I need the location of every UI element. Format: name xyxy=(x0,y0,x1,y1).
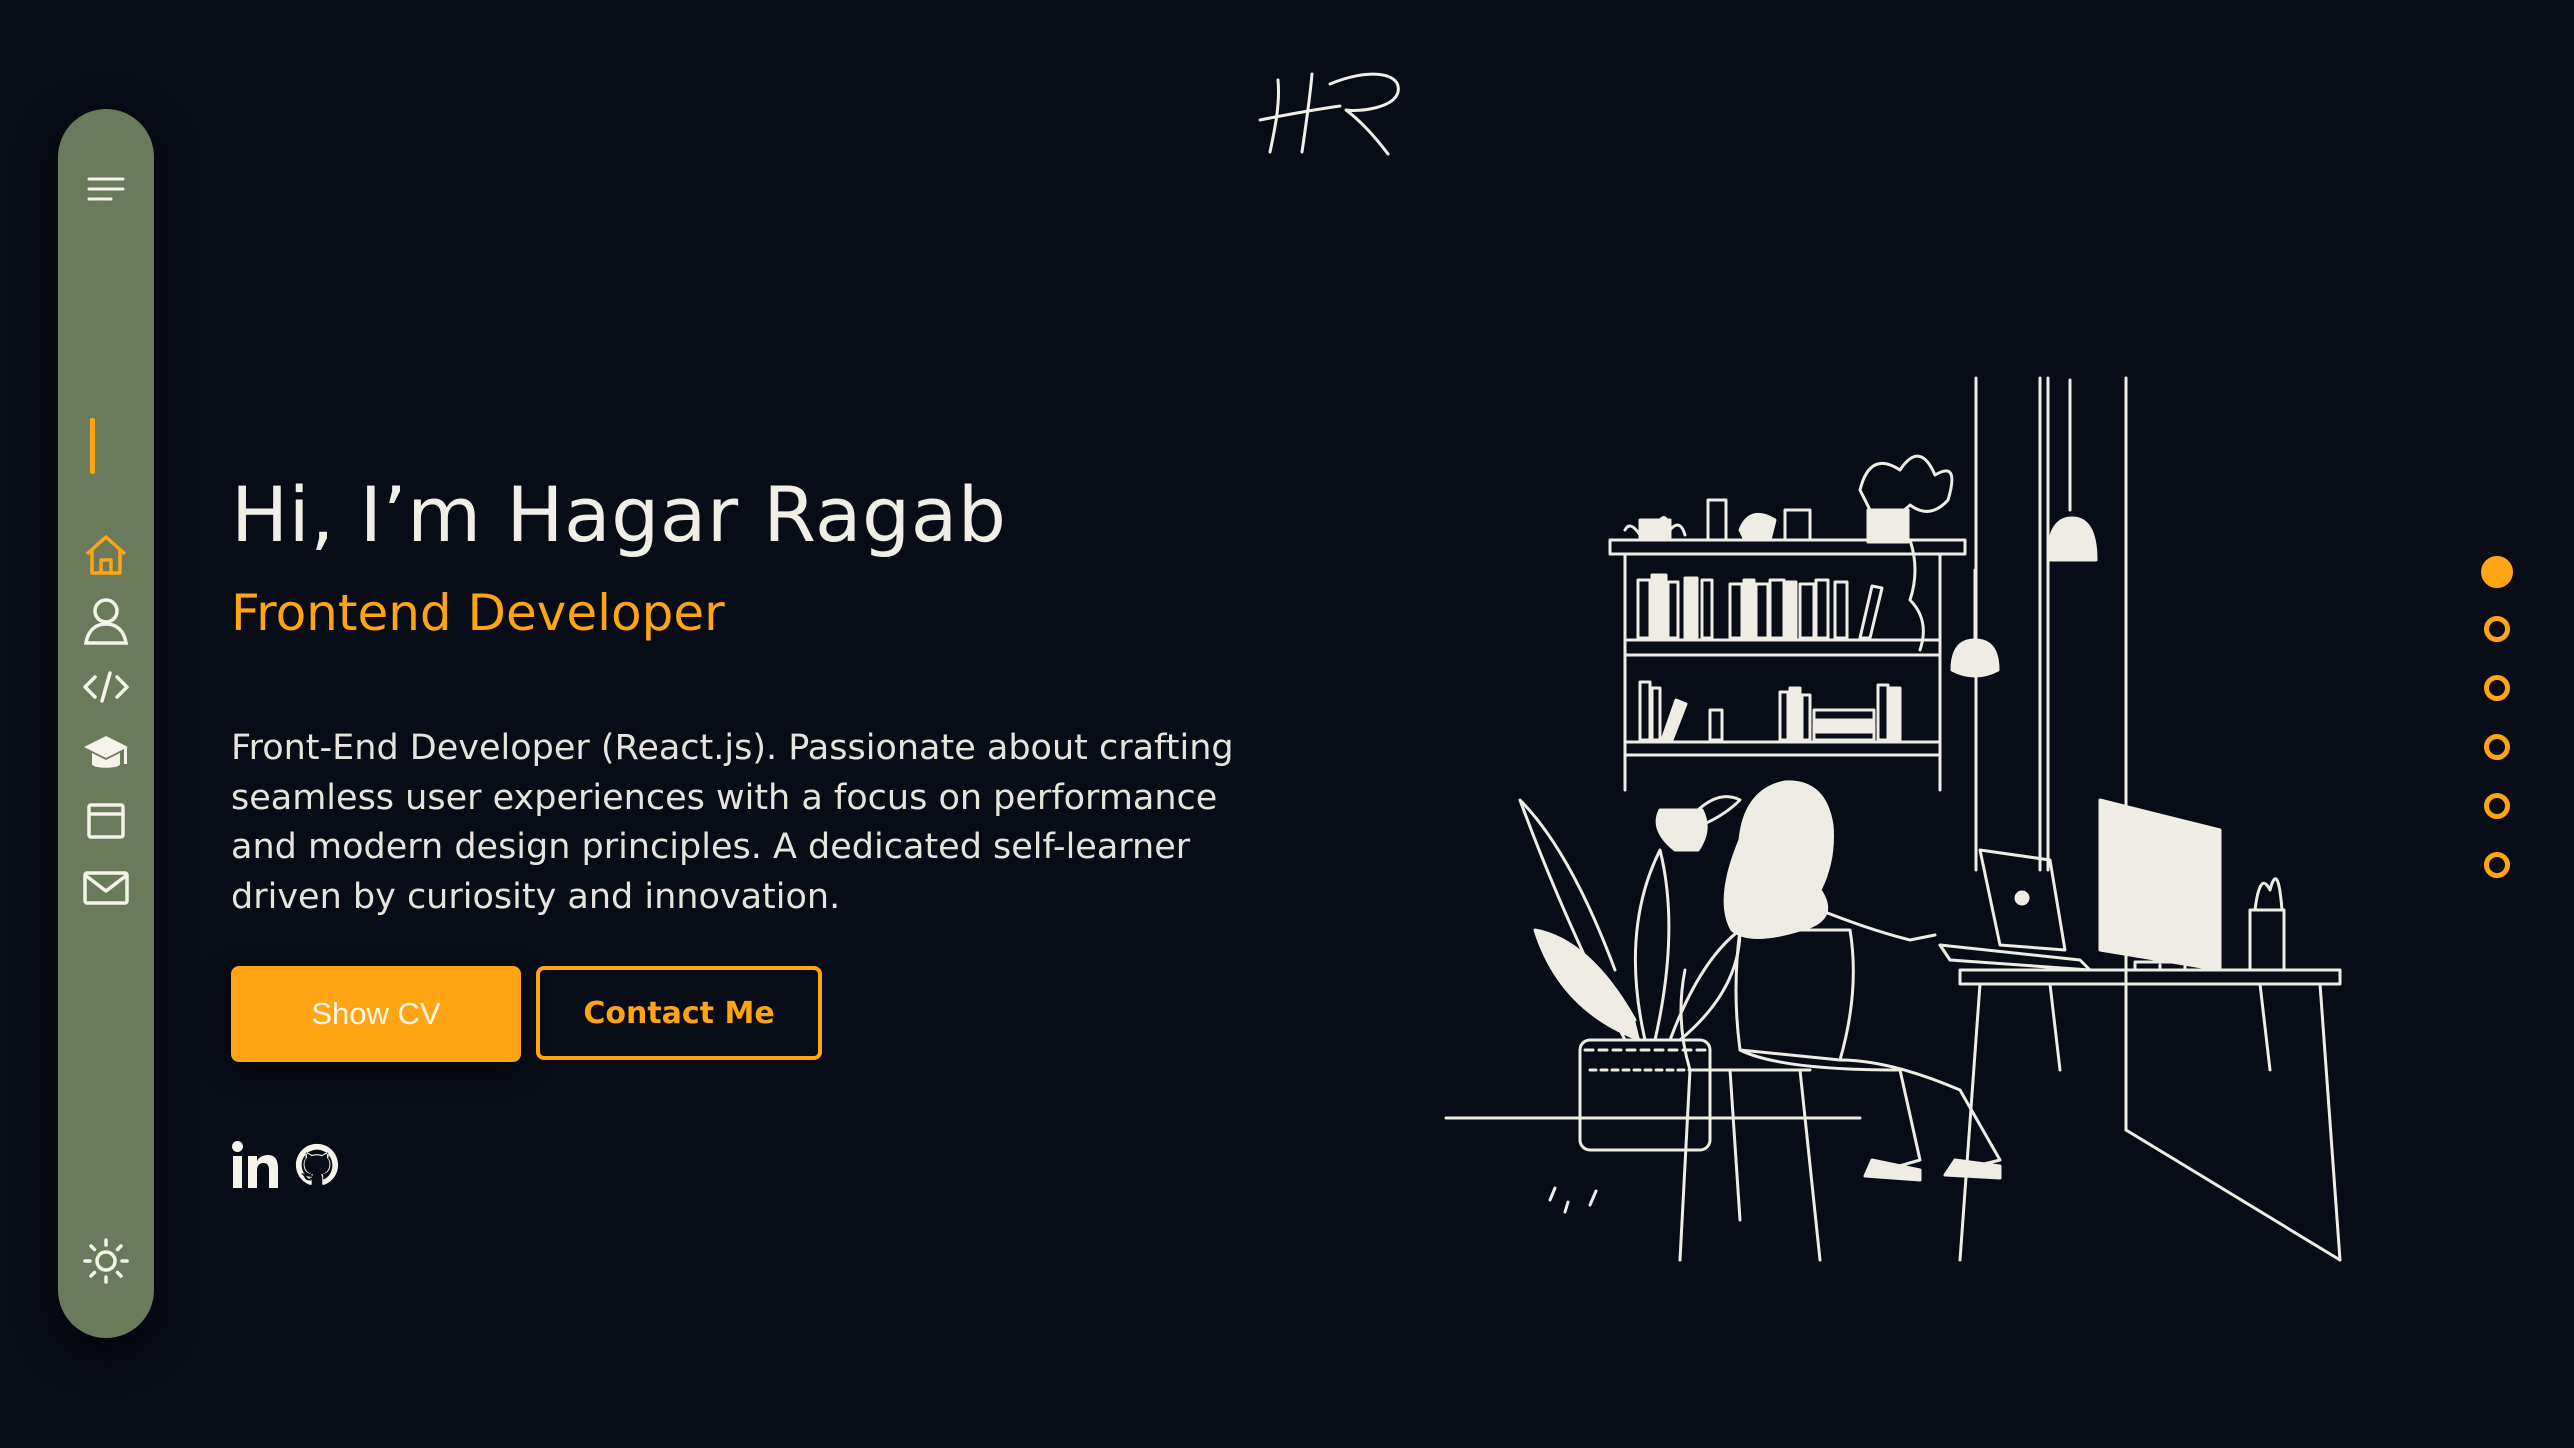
mail-icon[interactable] xyxy=(76,860,136,916)
hero-subtitle: Frontend Developer xyxy=(231,584,725,642)
show-cv-button[interactable]: Show CV xyxy=(231,966,521,1062)
menu-icon[interactable] xyxy=(76,161,136,217)
graduation-cap-icon[interactable] xyxy=(76,726,136,782)
linkedin-icon[interactable] xyxy=(231,1140,279,1190)
active-nav-indicator xyxy=(90,418,95,474)
page-dot-5[interactable] xyxy=(2484,793,2510,819)
page-dot-4[interactable] xyxy=(2484,734,2510,760)
user-icon[interactable] xyxy=(76,593,136,649)
page-dot-3[interactable] xyxy=(2484,675,2510,701)
developer-illustration xyxy=(1444,376,2342,1262)
hero-description: Front-End Developer (React.js). Passiona… xyxy=(231,728,1234,917)
sun-icon[interactable] xyxy=(76,1233,136,1289)
sidebar-panel xyxy=(58,109,154,1338)
page-dot-1[interactable] xyxy=(2481,556,2513,588)
browser-window-icon[interactable] xyxy=(76,793,136,849)
home-icon[interactable] xyxy=(76,527,136,583)
hero-title: Hi, I’m Hagar Ragab xyxy=(231,470,1007,559)
page-dot-6[interactable] xyxy=(2484,852,2510,878)
contact-me-button[interactable]: Contact Me xyxy=(536,966,822,1060)
code-icon[interactable] xyxy=(76,659,136,715)
page-dot-2[interactable] xyxy=(2484,616,2510,642)
github-icon[interactable] xyxy=(294,1140,340,1190)
signature-logo[interactable] xyxy=(1250,62,1420,162)
